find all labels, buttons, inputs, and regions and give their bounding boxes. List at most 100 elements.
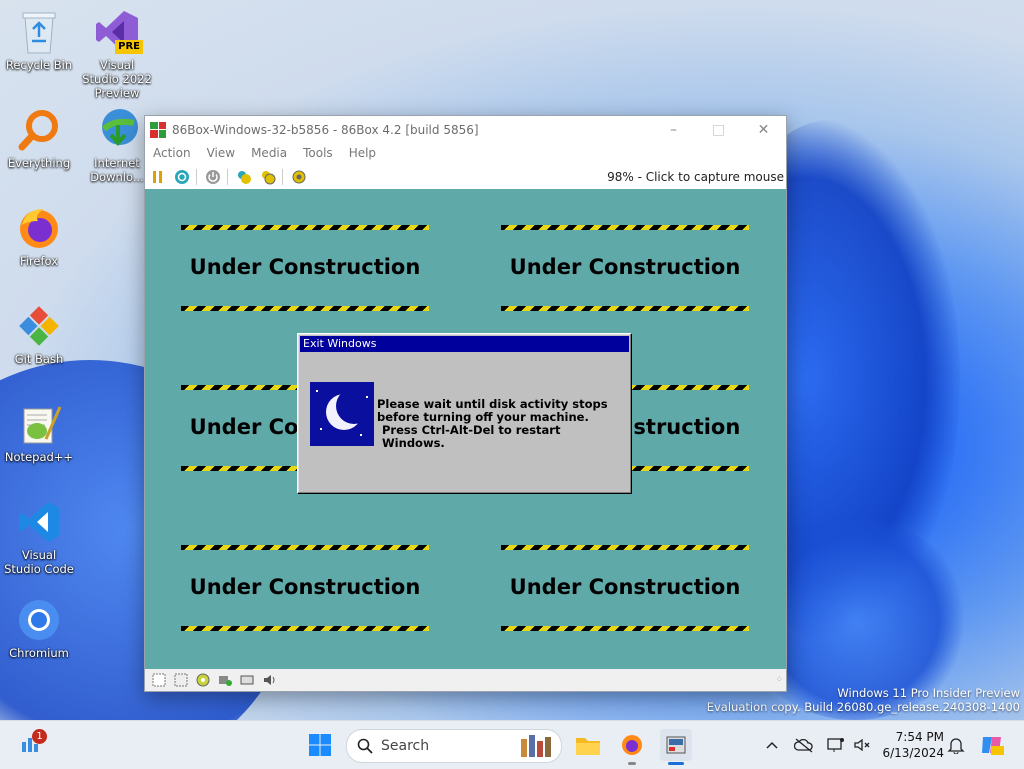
close-button[interactable]: ✕ [741,116,786,143]
clock-date: 6/13/2024 [882,746,944,760]
hazard-stripe [501,306,749,311]
desktop-icon-recycle-bin[interactable]: Recycle Bin [4,8,74,72]
windows-logo-icon [309,734,331,756]
desktop-icon-label: Internet Downlo... [90,156,144,184]
firefox-icon [622,735,642,755]
menu-action[interactable]: Action [145,143,199,165]
widgets-badge: 1 [32,729,47,744]
pre-badge: PRE [115,40,143,54]
desktop-icon-internet-download-manager[interactable]: Internet Downlo... [82,106,152,184]
capture-status-text: 98% - Click to capture mouse [607,170,784,184]
cdrom-icon[interactable] [195,672,211,688]
floppy-b-icon[interactable] [173,672,189,688]
tile-label: Under Construction [189,255,421,279]
ctrl-alt-esc-icon[interactable] [257,166,279,188]
hazard-stripe [181,306,429,311]
moon-icon [310,382,374,446]
firefox-icon [15,204,63,252]
window-title: 86Box-Windows-32-b5856 - 86Box 4.2 [buil… [172,122,479,137]
under-construction-tile: Under Construction [181,225,429,315]
toolbar-separator [282,169,283,185]
chromium-icon [15,596,63,644]
pause-icon[interactable] [147,166,169,188]
desktop-icon-label: Recycle Bin [5,58,73,72]
network-icon [827,738,844,752]
exit-windows-dialog: Exit Windows Please wait until disk acti… [297,333,632,494]
resize-grip-icon[interactable]: ⁘ [775,675,783,685]
notepad-plus-plus-icon [15,400,63,448]
hazard-stripe [181,545,429,550]
hard-disk-icon[interactable] [217,672,233,688]
desktop-icon-chromium[interactable]: Chromium [4,596,74,660]
visual-studio-icon: PRE [93,8,143,56]
desktop-icon-visual-studio-code[interactable]: Visual Studio Code [4,498,74,576]
86box-icon [666,736,686,754]
notifications-button[interactable] [940,729,972,761]
desktop-icon-everything[interactable]: Everything [4,106,74,170]
menu-help[interactable]: Help [341,143,384,165]
ctrl-alt-del-icon[interactable] [233,166,255,188]
copilot-button[interactable] [976,729,1008,761]
desktop-icon-label: Notepad++ [4,450,74,464]
tile-label: Under Construction [189,575,421,599]
volume-tray-button[interactable] [846,729,878,761]
desktop-icon-firefox[interactable]: Firefox [4,204,74,268]
recycle-bin-icon [15,8,63,56]
hazard-stripe [501,626,749,631]
search-icon [357,738,373,754]
under-construction-tile: Under Construction [501,545,749,635]
dialog-line2: Press Ctrl-Alt-Del to restart Windows. [382,423,561,450]
volume-muted-icon [854,738,870,752]
86box-taskbar-button[interactable] [660,729,692,765]
search-placeholder: Search [381,738,430,754]
under-construction-tile: Under Construction [501,225,749,315]
desktop-icon-label: Git Bash [14,352,64,366]
minimize-button[interactable]: – [651,116,696,143]
copilot-icon [982,737,1004,755]
menu-bar: Action View Media Tools Help [145,143,786,165]
start-button[interactable] [304,729,336,761]
menu-view[interactable]: View [199,143,243,165]
taskbar-clock[interactable]: 7:54 PM 6/13/2024 [880,729,944,761]
window-titlebar[interactable]: 86Box-Windows-32-b5856 - 86Box 4.2 [buil… [145,116,786,143]
desktop: Recycle Bin PRE Visual Studio 2022 Previ… [0,0,1024,720]
onedrive-tray-button[interactable] [788,729,820,761]
watermark-line2: Evaluation copy. Build 26080.ge_release.… [706,700,1020,714]
taskbar-search-box[interactable]: Search [346,729,562,763]
everything-search-icon [15,106,63,154]
firefox-taskbar-button[interactable] [616,729,648,765]
status-bar: ⁘ [145,669,786,691]
maximize-button[interactable]: □ [696,116,741,143]
widgets-button[interactable]: 1 [14,729,47,761]
toolbar-separator [227,169,228,185]
running-indicator [628,762,636,765]
power-icon[interactable] [202,166,224,188]
chevron-up-icon [766,741,778,749]
desktop-icon-label: Visual Studio 2022 Preview [82,58,152,100]
show-hidden-icons-button[interactable] [756,729,788,761]
internet-download-manager-icon [93,106,141,154]
desktop-icon-label: Visual Studio Code [4,548,74,576]
toolbar-separator [196,169,197,185]
sound-icon[interactable] [261,672,277,688]
desktop-icon-visual-studio-2022-preview[interactable]: PRE Visual Studio 2022 Preview [82,8,152,100]
vscode-icon [15,498,63,546]
file-explorer-button[interactable] [572,729,604,761]
bell-icon [947,738,965,754]
desktop-icon-notepad-plus-plus[interactable]: Notepad++ [4,400,74,464]
desktop-icon-git-bash[interactable]: Git Bash [4,302,74,366]
tile-label: Under Construction [509,255,741,279]
settings-icon[interactable] [288,166,310,188]
reset-icon[interactable] [171,166,193,188]
menu-media[interactable]: Media [243,143,295,165]
running-indicator [668,762,684,765]
under-construction-tile: Under Construction [181,545,429,635]
floppy-a-icon[interactable] [151,672,167,688]
menu-tools[interactable]: Tools [295,143,341,165]
network-icon[interactable] [239,672,255,688]
toolbar: 98% - Click to capture mouse [145,165,786,190]
file-explorer-icon [576,738,600,755]
guest-screen[interactable]: Under Construction Under Construction Un… [145,189,786,669]
desktop-icon-label: Firefox [19,254,59,268]
86box-app-icon [150,121,166,138]
